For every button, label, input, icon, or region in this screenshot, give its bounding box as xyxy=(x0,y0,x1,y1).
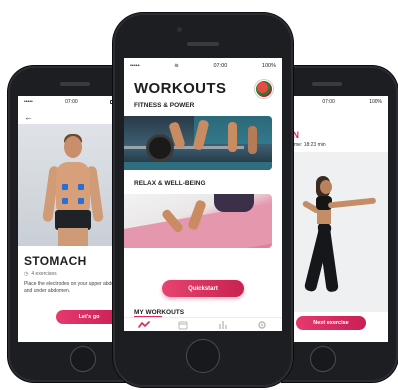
category-card-fitness[interactable] xyxy=(124,116,272,170)
status-bar: ••••• 07:00 xyxy=(18,96,126,108)
right-screen: 07:00 100% IN Time: 18:23 min Next exerc… xyxy=(282,96,388,342)
quickstart-button[interactable]: Quickstart xyxy=(162,280,244,297)
exercise-photo xyxy=(282,152,388,312)
speaker xyxy=(312,82,342,86)
battery-label: 100% xyxy=(369,99,382,105)
clock: 07:00 xyxy=(213,63,228,69)
front-camera xyxy=(177,27,182,32)
arrow-left-icon[interactable]: ← xyxy=(24,112,33,122)
pulse-icon[interactable] xyxy=(137,320,151,330)
right-phone: 07:00 100% IN Time: 18:23 min Next exerc… xyxy=(282,66,398,382)
next-exercise-button[interactable]: Next exercise xyxy=(296,316,366,330)
signal-indicator: ••••• xyxy=(24,99,33,105)
exercise-photo xyxy=(18,124,126,246)
stats-icon[interactable] xyxy=(216,320,230,330)
speaker xyxy=(60,82,90,86)
status-bar: 07:00 100% xyxy=(282,96,388,108)
left-screen: ••••• 07:00 ← STOMACH ◷ 4 exercises Plac… xyxy=(18,96,126,342)
section-title: MY WORKOUTS xyxy=(134,309,185,316)
tab-bar xyxy=(124,317,282,331)
speaker xyxy=(187,42,219,46)
category-label: FITNESS & POWER xyxy=(134,102,195,109)
clock: 07:00 xyxy=(322,99,335,105)
center-screen: ••••• ≋ 07:00 100% WORKOUTS FITNESS & PO… xyxy=(124,58,282,331)
center-phone: ••••• ≋ 07:00 100% WORKOUTS FITNESS & PO… xyxy=(113,13,293,387)
home-button[interactable] xyxy=(310,346,336,372)
workout-time: Time: 18:23 min xyxy=(290,142,326,148)
category-label: RELAX & WELL-BEING xyxy=(134,180,206,187)
avatar[interactable] xyxy=(255,80,273,98)
page-title: WORKOUTS xyxy=(134,80,227,97)
status-bar: ••••• ≋ 07:00 100% xyxy=(124,60,282,72)
category-card-relax[interactable] xyxy=(124,194,272,248)
exercise-count: ◷ 4 exercises xyxy=(24,271,57,277)
home-button[interactable] xyxy=(186,339,220,373)
battery-label: 100% xyxy=(261,63,276,69)
home-button[interactable] xyxy=(70,346,96,372)
left-phone: ••••• 07:00 ← STOMACH ◷ 4 exercises Plac… xyxy=(8,66,126,382)
signal-indicator: ••••• xyxy=(130,63,140,69)
clock-icon: ◷ xyxy=(24,271,29,277)
clock: 07:00 xyxy=(65,99,78,105)
exercise-description: Place the electrodes on your upper abdom… xyxy=(24,281,124,294)
calendar-icon[interactable] xyxy=(176,320,190,330)
wifi-icon: ≋ xyxy=(174,63,179,69)
settings-icon[interactable] xyxy=(255,320,269,330)
exercise-title: STOMACH xyxy=(24,254,87,268)
